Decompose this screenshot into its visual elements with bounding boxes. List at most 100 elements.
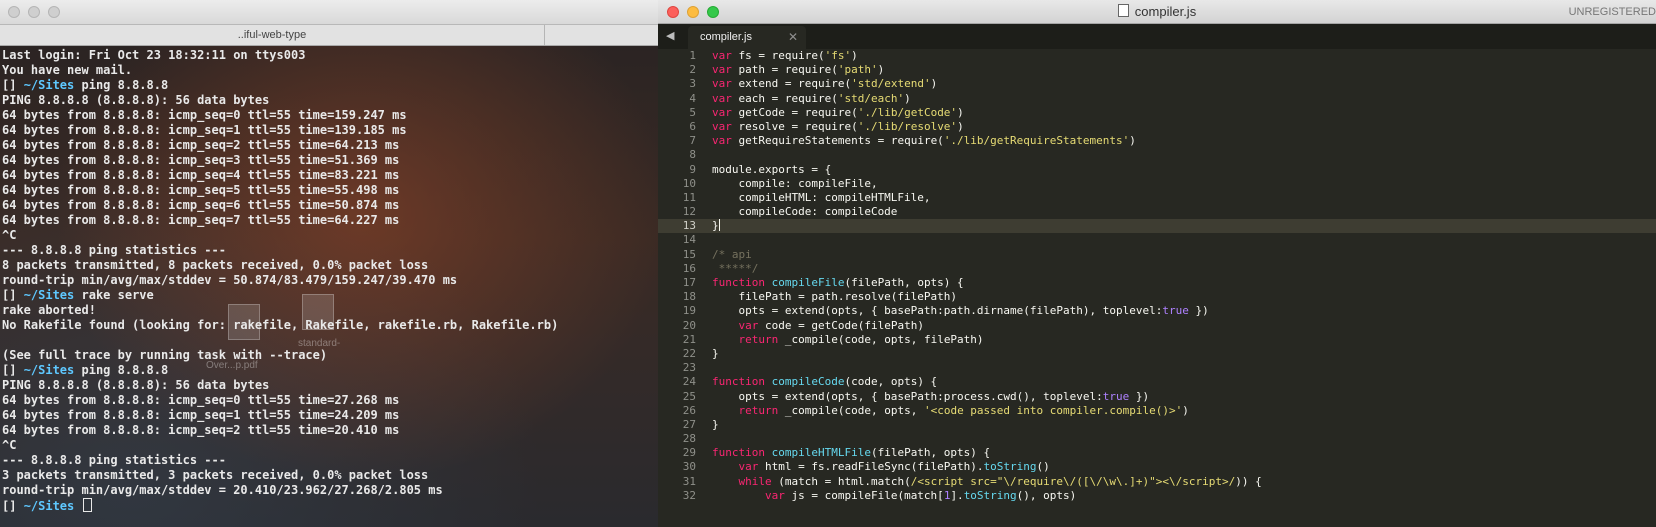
terminal-output-line: 64 bytes from 8.8.8.8: icmp_seq=1 ttl=55… <box>2 123 407 137</box>
code-token: filePath = path.resolve(filePath) <box>712 290 958 304</box>
code-token: while <box>738 474 772 488</box>
prompt-prefix: [] <box>2 288 24 302</box>
tab-compiler-js[interactable]: compiler.js ✕ <box>688 26 806 49</box>
code-token: } <box>712 219 719 233</box>
code-token: 'std/each' <box>837 91 905 105</box>
code-line[interactable]: 6 var resolve = require('./lib/resolve') <box>658 120 1656 134</box>
minimize-button[interactable] <box>28 6 40 18</box>
code-token: toString <box>963 488 1017 502</box>
code-text: var resolve = require('./lib/resolve') <box>712 120 964 134</box>
code-token: compile: compileFile, <box>712 176 878 190</box>
code-lines: 1 var fs = require('fs') 2 var path = requi… <box>658 49 1656 503</box>
code-line[interactable]: 10 compile: compileFile, <box>658 177 1656 191</box>
line-number: 6 <box>689 119 696 133</box>
editor-window-title: compiler.js <box>658 0 1656 24</box>
code-token: path = <box>731 63 785 77</box>
code-line[interactable]: 1 var fs = require('fs') <box>658 49 1656 63</box>
terminal-tab-bar: ..iful-web-type <box>0 25 658 46</box>
code-line[interactable]: 31 while (match = html.match(/<script sr… <box>658 475 1656 489</box>
line-number: 19 <box>682 304 696 318</box>
terminal-output-line: 64 bytes from 8.8.8.8: icmp_seq=3 ttl=55… <box>2 153 400 167</box>
unregistered-label: UNREGISTERED <box>1568 6 1656 18</box>
code-token: var <box>738 318 759 332</box>
code-line[interactable]: 9 module.exports = { <box>658 163 1656 177</box>
terminal-output-line: 64 bytes from 8.8.8.8: icmp_seq=2 ttl=55… <box>2 138 400 152</box>
minimize-button[interactable] <box>687 6 699 18</box>
code-token: require( <box>784 63 838 77</box>
terminal-output-line: --- 8.8.8.8 ping statistics --- <box>2 243 226 257</box>
close-button[interactable] <box>667 6 679 18</box>
code-token: require( <box>771 49 825 62</box>
code-token: 'fs' <box>824 49 852 62</box>
close-tab-icon[interactable]: ✕ <box>788 26 798 49</box>
code-line[interactable]: 32 var js = compileFile(match[1].toStrin… <box>658 489 1656 503</box>
line-number: 22 <box>682 346 696 360</box>
prompt-prefix: [] <box>2 499 24 513</box>
code-token: require( <box>804 119 858 133</box>
code-line[interactable]: 3 var extend = require('std/extend') <box>658 77 1656 91</box>
code-line[interactable]: 8 <box>658 148 1656 162</box>
code-line[interactable]: 16 *****/ <box>658 262 1656 276</box>
code-line[interactable]: 15 /* api <box>658 248 1656 262</box>
code-text: compile: compileFile, <box>712 176 878 191</box>
prompt-prefix: [] <box>2 78 24 92</box>
code-line[interactable]: 30 var html = fs.readFileSync(filePath).… <box>658 460 1656 474</box>
code-token: /* api <box>712 247 752 261</box>
code-line[interactable]: 13} <box>658 219 1656 234</box>
code-line[interactable]: 5 var getCode = require('./lib/getCode') <box>658 106 1656 120</box>
code-token: var <box>712 63 732 77</box>
code-text: } <box>712 347 719 361</box>
code-line[interactable]: 22} <box>658 347 1656 361</box>
code-line[interactable]: 26 return _compile(code, opts, '<code pa… <box>658 404 1656 418</box>
code-line[interactable]: 19 opts = extend(opts, { basePath:path.d… <box>658 304 1656 318</box>
code-text: } <box>712 418 719 432</box>
code-token: (match = html.match( <box>771 474 911 488</box>
code-token: true <box>1102 389 1130 403</box>
code-line[interactable]: 29 function compileHTMLFile(filePath, opt… <box>658 446 1656 460</box>
terminal-tab[interactable]: ..iful-web-type <box>0 25 545 45</box>
code-token: opts = extend(opts, { basePath:path.dirn… <box>712 304 1163 318</box>
code-line[interactable]: 4 var each = require('std/each') <box>658 92 1656 106</box>
code-line[interactable]: 21 return _compile(code, opts, filePath) <box>658 333 1656 347</box>
code-line[interactable]: 12 compileCode: compileCode <box>658 205 1656 219</box>
terminal-prompt-line: [] ~/Sites ping 8.8.8.8 <box>2 363 558 378</box>
code-line[interactable]: 17 function compileFile(filePath, opts) { <box>658 276 1656 290</box>
code-line[interactable]: 23 <box>658 361 1656 375</box>
code-token: var <box>712 91 732 105</box>
code-token: html = fs.readFileSync(filePath). <box>758 460 984 474</box>
code-token: require( <box>804 105 858 119</box>
code-token: getCode = <box>731 105 805 119</box>
code-line[interactable]: 27} <box>658 418 1656 432</box>
code-token: toString <box>983 460 1037 474</box>
code-line[interactable]: 25 opts = extend(opts, { basePath:proces… <box>658 390 1656 404</box>
code-line[interactable]: 18 filePath = path.resolve(filePath) <box>658 290 1656 304</box>
line-number: 11 <box>682 190 696 204</box>
terminal-output-line: 64 bytes from 8.8.8.8: icmp_seq=5 ttl=55… <box>2 183 400 197</box>
line-number: 25 <box>682 389 696 403</box>
terminal-titlebar[interactable] <box>0 0 658 25</box>
code-line[interactable]: 2 var path = require('path') <box>658 63 1656 77</box>
code-line[interactable]: 20 var code = getCode(filePath) <box>658 319 1656 333</box>
code-text: return _compile(code, opts, '<code passe… <box>712 404 1189 418</box>
code-line[interactable]: 11 compileHTML: compileHTMLFile, <box>658 191 1656 205</box>
code-text: *****/ <box>712 262 759 276</box>
code-line[interactable]: 24 function compileCode(code, opts) { <box>658 375 1656 389</box>
code-token: ) <box>1182 403 1189 417</box>
terminal-output[interactable]: standard- Over...p.pdf Last login: Fri O… <box>0 46 658 527</box>
code-text: opts = extend(opts, { basePath:path.dirn… <box>712 304 1209 318</box>
close-button[interactable] <box>8 6 20 18</box>
code-line[interactable]: 14 <box>658 233 1656 247</box>
terminal-output-line: 3 packets transmitted, 3 packets receive… <box>2 468 429 482</box>
zoom-button[interactable] <box>707 6 719 18</box>
code-editor[interactable]: 1 var fs = require('fs') 2 var path = requi… <box>658 49 1656 527</box>
code-line[interactable]: 7 var getRequireStatements = require('./l… <box>658 134 1656 148</box>
editor-titlebar[interactable]: compiler.js UNREGISTERED <box>658 0 1656 24</box>
code-token: }) <box>1188 304 1209 318</box>
code-line[interactable]: 28 <box>658 432 1656 446</box>
line-number: 5 <box>689 105 696 119</box>
zoom-button[interactable] <box>48 6 60 18</box>
terminal-output-line: Last login: Fri Oct 23 18:32:11 on ttys0… <box>2 48 306 62</box>
